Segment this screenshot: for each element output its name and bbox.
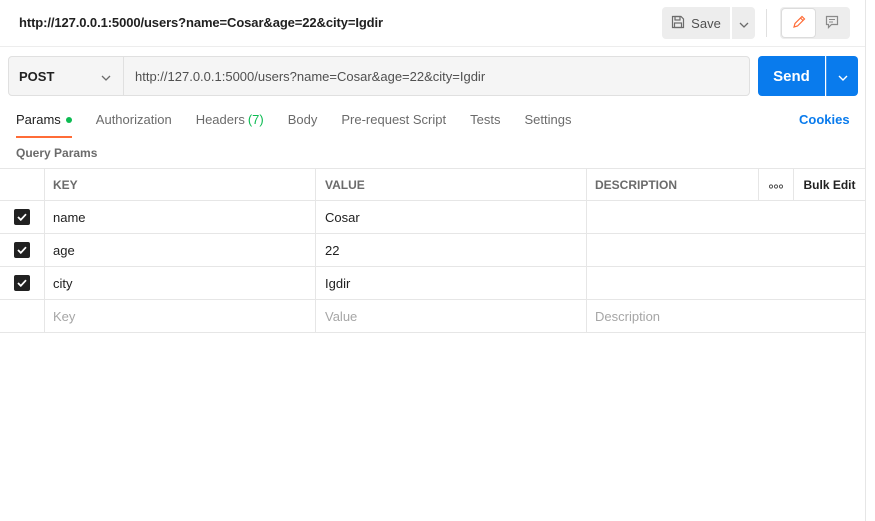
save-label: Save [691, 15, 721, 31]
cookies-link[interactable]: Cookies [799, 112, 850, 127]
chevron-down-icon [838, 69, 848, 84]
column-header-description: DESCRIPTION [595, 178, 678, 192]
pencil-icon [792, 15, 806, 32]
toolbar-divider [766, 9, 767, 37]
query-params-title: Query Params [16, 146, 98, 160]
send-button[interactable]: Send [758, 56, 825, 96]
row-check-cell [0, 300, 45, 332]
tab-label: Pre-request Script [341, 112, 447, 127]
more-options-button[interactable] [758, 169, 794, 201]
param-key-cell[interactable]: city [45, 267, 316, 299]
save-options-button[interactable] [731, 7, 755, 39]
param-value-cell[interactable]: Cosar [316, 201, 587, 233]
request-url-bar: POST [8, 56, 750, 96]
tab-headers[interactable]: Headers (7) [196, 112, 264, 136]
tab-label: Headers [195, 112, 245, 127]
headers-count: (7) [247, 112, 264, 127]
check-icon [17, 246, 27, 254]
save-icon [671, 15, 685, 32]
send-button-group: Send [758, 56, 858, 96]
tab-pre-request-script[interactable]: Pre-request Script [341, 112, 446, 136]
panel-right-border [865, 0, 866, 521]
row-check-cell [0, 267, 45, 299]
chevron-down-icon [739, 16, 749, 31]
check-icon [17, 279, 27, 287]
header-check-cell [0, 169, 45, 201]
comment-icon [825, 15, 839, 32]
param-checkbox[interactable] [14, 275, 30, 291]
table-row: city Igdir [0, 267, 865, 300]
check-icon [17, 213, 27, 221]
save-button[interactable]: Save [662, 7, 730, 39]
column-header-value: VALUE [316, 169, 587, 201]
param-checkbox[interactable] [14, 209, 30, 225]
comments-mode-button[interactable] [815, 9, 848, 37]
param-value-cell[interactable]: Igdir [316, 267, 587, 299]
params-indicator-dot [65, 117, 72, 123]
request-title[interactable]: http://127.0.0.1:5000/users?name=Cosar&a… [19, 15, 383, 30]
param-key-cell[interactable]: age [45, 234, 316, 266]
more-horizontal-icon [768, 178, 784, 192]
param-value-cell[interactable]: 22 [316, 234, 587, 266]
row-check-cell [0, 201, 45, 233]
new-param-row: Key Value Description [0, 300, 865, 333]
tab-body[interactable]: Body [288, 112, 318, 136]
view-mode-toggle [780, 7, 850, 39]
table-header-row: KEY VALUE DESCRIPTION Bulk Edit [0, 168, 865, 201]
save-button-group: Save [662, 7, 755, 39]
edit-mode-button[interactable] [782, 9, 815, 37]
request-header: http://127.0.0.1:5000/users?name=Cosar&a… [0, 0, 865, 47]
new-description-field[interactable]: Description [587, 300, 865, 332]
request-tabs: Params Authorization Headers (7) Body Pr… [16, 112, 595, 138]
method-label: POST [19, 68, 55, 84]
param-description-cell[interactable] [587, 201, 865, 233]
param-description-cell[interactable] [587, 234, 865, 266]
tab-params[interactable]: Params [16, 112, 72, 138]
tab-label: Authorization [95, 112, 172, 127]
tab-label: Tests [470, 112, 501, 127]
send-options-button[interactable] [826, 56, 858, 96]
bulk-edit-button[interactable]: Bulk Edit [794, 169, 865, 201]
query-params-table: KEY VALUE DESCRIPTION Bulk Edit name Cos… [0, 168, 865, 333]
new-value-field[interactable]: Value [316, 300, 587, 332]
chevron-down-icon [101, 69, 111, 84]
method-select[interactable]: POST [9, 57, 124, 95]
tab-label: Params [16, 112, 61, 127]
row-check-cell [0, 234, 45, 266]
tab-authorization[interactable]: Authorization [96, 112, 172, 136]
tab-tests[interactable]: Tests [470, 112, 500, 136]
url-input[interactable] [124, 57, 749, 95]
param-description-cell[interactable] [587, 267, 865, 299]
table-row: name Cosar [0, 201, 865, 234]
param-key-cell[interactable]: name [45, 201, 316, 233]
column-header-key: KEY [45, 169, 316, 201]
tab-label: Settings [524, 112, 572, 127]
param-checkbox[interactable] [14, 242, 30, 258]
tab-settings[interactable]: Settings [524, 112, 571, 136]
new-key-field[interactable]: Key [45, 300, 316, 332]
table-row: age 22 [0, 234, 865, 267]
tab-label: Body [287, 112, 318, 127]
